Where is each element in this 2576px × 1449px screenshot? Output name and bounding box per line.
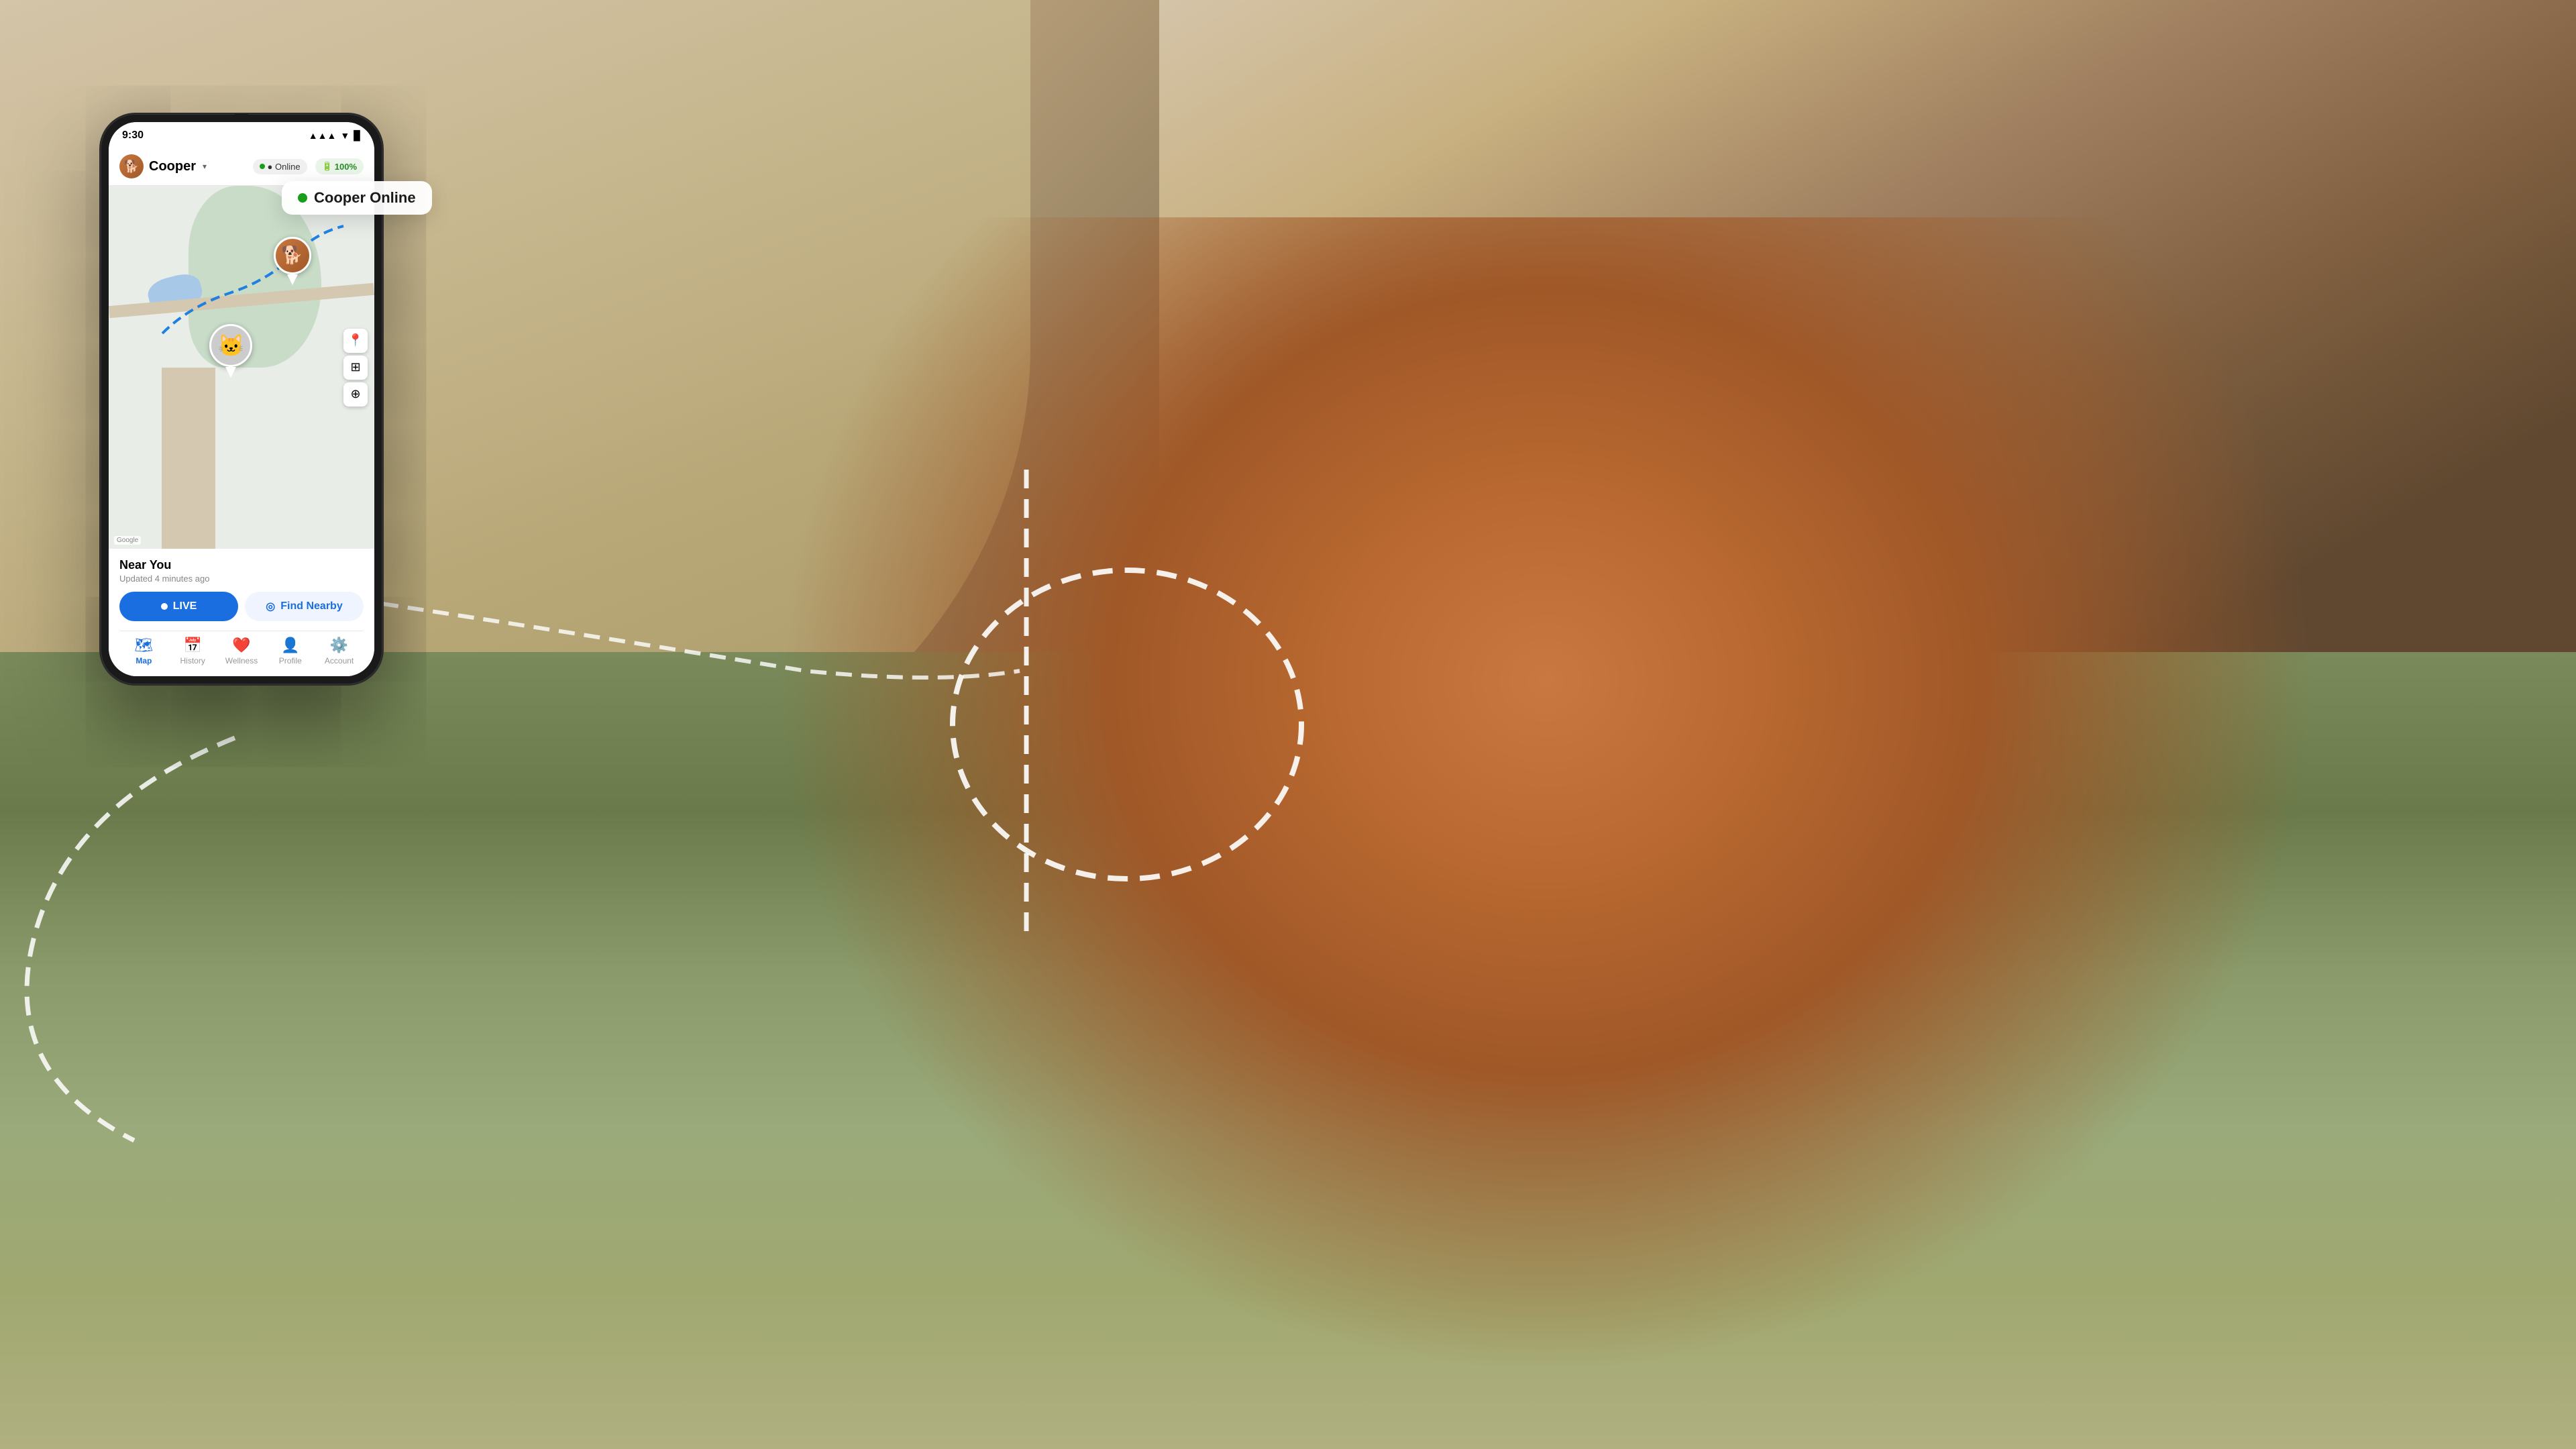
map-area[interactable]: 🐱 🐕 📍 ⊞ ⊕ Google: [109, 186, 374, 549]
battery-badge: 🔋 100%: [315, 158, 364, 174]
phone-screen: 9:30 ▲▲▲ ▼ ▉ 🐕 Cooper ▾ ● Online: [109, 122, 374, 676]
wifi-icon: ▼: [340, 130, 350, 141]
history-nav-icon: 📅: [183, 637, 201, 654]
cat-pin-triangle: [225, 367, 236, 378]
account-nav-label: Account: [325, 656, 354, 665]
dog-pin-triangle: [287, 274, 298, 285]
cat-location-pin[interactable]: 🐱: [209, 324, 252, 378]
dog-avatar: 🐕: [274, 237, 311, 274]
map-nav-icon: 🗺: [134, 637, 153, 654]
live-button[interactable]: LIVE: [119, 592, 238, 621]
live-dot-icon: [161, 603, 168, 610]
find-nearby-button[interactable]: ◎ Find Nearby: [245, 592, 364, 621]
history-nav-label: History: [180, 656, 205, 665]
online-label: ● Online: [268, 162, 301, 172]
tracker-badge: ● Online: [253, 159, 307, 174]
app-header: 🐕 Cooper ▾ ● Online 🔋 100%: [109, 149, 374, 186]
battery-icon: ▉: [354, 130, 361, 142]
status-icons: ▲▲▲ ▼ ▉: [309, 130, 361, 142]
status-time: 9:30: [122, 129, 144, 142]
bg-dog-area: [773, 217, 2318, 1377]
bottom-panel: Near You Updated 4 minutes ago LIVE ◎ Fi…: [109, 549, 374, 676]
nav-item-account[interactable]: ⚙️ Account: [315, 637, 364, 665]
nav-item-wellness[interactable]: ❤️ Wellness: [217, 637, 266, 665]
nav-item-map[interactable]: 🗺 Map: [119, 637, 168, 665]
battery-label: 100%: [335, 162, 357, 172]
pet-avatar: 🐕: [119, 154, 144, 178]
near-you-title: Near You: [119, 558, 364, 572]
nav-item-history[interactable]: 📅 History: [168, 637, 217, 665]
cat-avatar: 🐱: [209, 324, 252, 367]
status-bar: 9:30 ▲▲▲ ▼ ▉: [109, 122, 374, 149]
online-dot-icon: [260, 164, 265, 169]
account-nav-icon: ⚙️: [330, 637, 348, 654]
find-nearby-icon: ◎: [266, 600, 275, 613]
profile-nav-label: Profile: [279, 656, 302, 665]
dropdown-arrow-icon: ▾: [203, 162, 207, 171]
signal-icon: ▲▲▲: [309, 130, 337, 141]
pet-name-area[interactable]: 🐕 Cooper ▾: [119, 154, 207, 178]
pet-name: Cooper: [149, 159, 196, 174]
bottom-nav: 🗺 Map 📅 History ❤️ Wellness 👤 Profile: [119, 631, 364, 676]
dog-location-pin[interactable]: 🐕: [274, 237, 311, 285]
map-nav-label: Map: [136, 656, 152, 665]
nav-item-profile[interactable]: 👤 Profile: [266, 637, 315, 665]
header-right: ● Online 🔋 100%: [253, 158, 364, 174]
updated-text: Updated 4 minutes ago: [119, 574, 364, 584]
phone-wrapper: 9:30 ▲▲▲ ▼ ▉ 🐕 Cooper ▾ ● Online: [101, 114, 382, 684]
background-scene: [0, 0, 2576, 1449]
wellness-nav-icon: ❤️: [232, 637, 250, 654]
phone-device: 9:30 ▲▲▲ ▼ ▉ 🐕 Cooper ▾ ● Online: [101, 114, 382, 684]
wellness-nav-label: Wellness: [225, 656, 258, 665]
action-buttons: LIVE ◎ Find Nearby: [119, 592, 364, 621]
profile-nav-icon: 👤: [281, 637, 299, 654]
